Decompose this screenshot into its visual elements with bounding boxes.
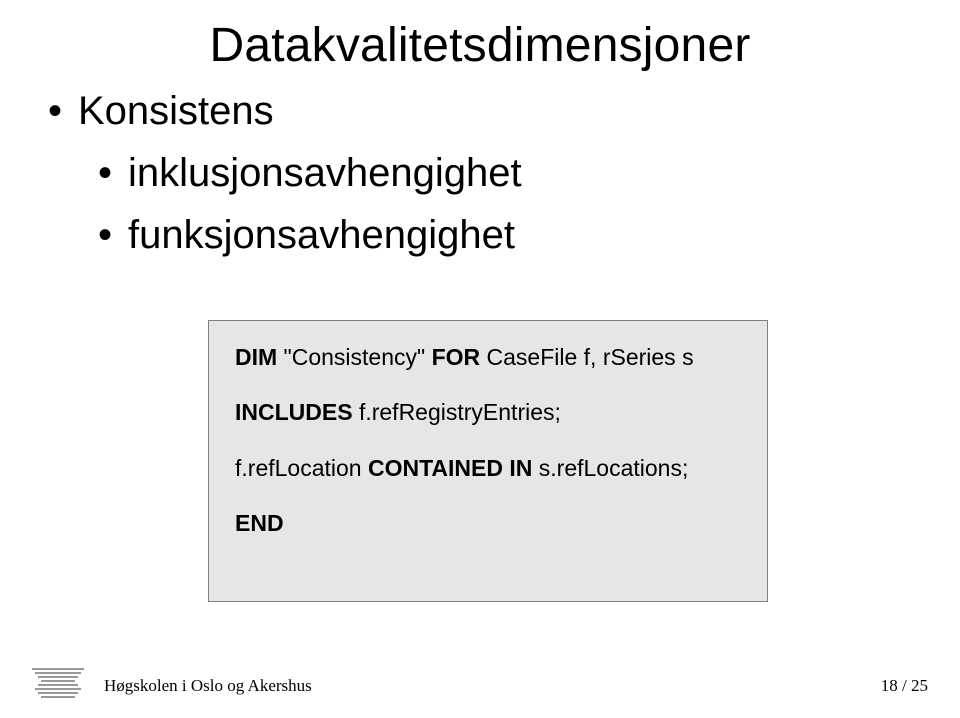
bullet-level1: Konsistens — [48, 84, 522, 138]
keyword-end: END — [235, 510, 284, 536]
page-number: 18 / 25 — [881, 676, 928, 696]
code-text: CaseFile f, rSeries s — [480, 344, 693, 370]
code-line: END — [235, 509, 741, 538]
keyword-contained-in: CONTAINED IN — [368, 455, 532, 481]
code-text: s.refLocations; — [532, 455, 688, 481]
bullet-level2: inklusjonsavhengighet — [98, 146, 522, 200]
bullet-level2: funksjonsavhengighet — [98, 208, 522, 262]
keyword-for: FOR — [432, 344, 481, 370]
footer-institution: Høgskolen i Oslo og Akershus — [104, 676, 312, 696]
code-line: DIM "Consistency" FOR CaseFile f, rSerie… — [235, 343, 741, 372]
institution-logo — [30, 666, 86, 700]
code-line: INCLUDES f.refRegistryEntries; — [235, 398, 741, 427]
code-text: f.refLocation — [235, 455, 368, 481]
bullet-list: Konsistens inklusjonsavhengighet funksjo… — [48, 84, 522, 262]
code-box: DIM "Consistency" FOR CaseFile f, rSerie… — [208, 320, 768, 602]
slide: Datakvalitetsdimensjoner Konsistens inkl… — [0, 0, 960, 718]
code-line: f.refLocation CONTAINED IN s.refLocation… — [235, 454, 741, 483]
code-text: f.refRegistryEntries; — [353, 399, 561, 425]
slide-title: Datakvalitetsdimensjoner — [0, 18, 960, 73]
code-text: "Consistency" — [277, 344, 431, 370]
keyword-includes: INCLUDES — [235, 399, 353, 425]
keyword-dim: DIM — [235, 344, 277, 370]
